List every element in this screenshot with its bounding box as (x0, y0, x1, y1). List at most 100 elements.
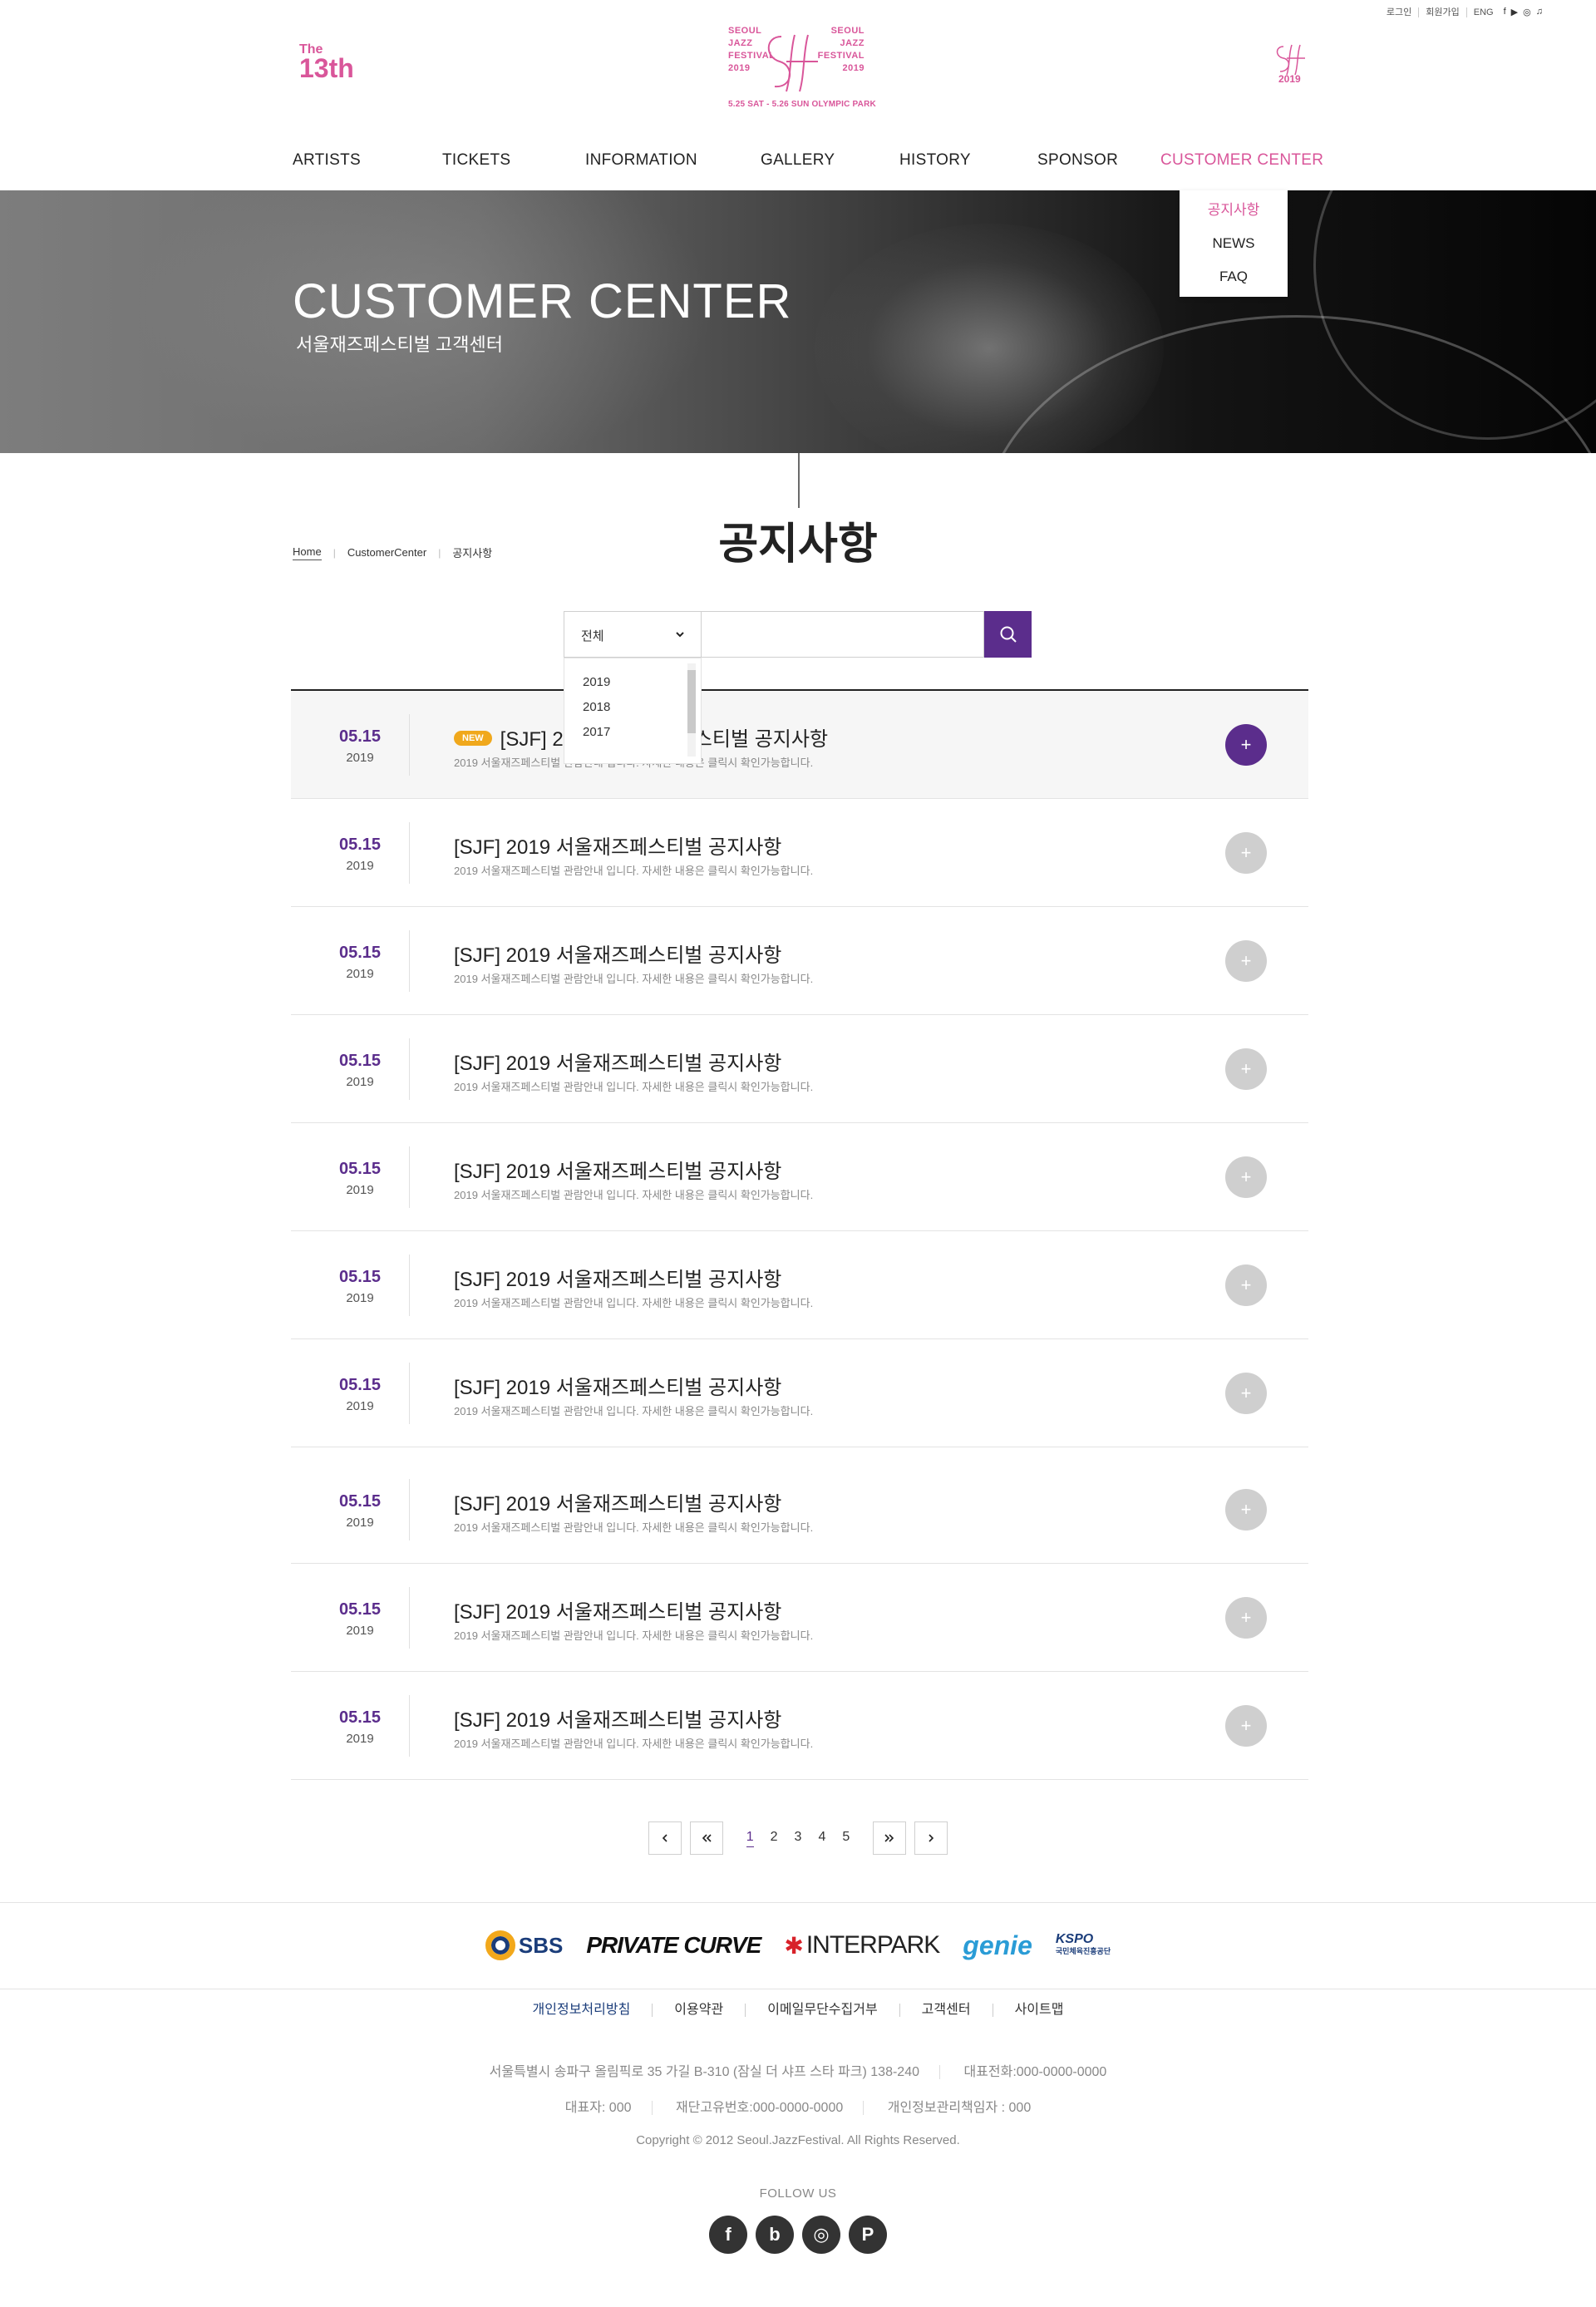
footer-privacy-officer: 개인정보관리책임자 : 000 (887, 2101, 1032, 2115)
footer-sitemap[interactable]: 사이트맵 (993, 2004, 1086, 2017)
instagram-icon[interactable]: ◎ (802, 2216, 840, 2254)
notice-row[interactable]: 05.15 2019 [SJF] 2019 서울재즈페스티벌 공지사항 2019 서울… (291, 1672, 1308, 1780)
notice-row[interactable]: 05.15 2019 [SJF] 2019 서울재즈페스티벌 공지사항 2019 서울… (291, 1123, 1308, 1231)
sjf-2019-mark[interactable]: 2019 (1272, 43, 1308, 93)
hero-title: CUSTOMER CENTER (293, 274, 792, 328)
festival-logo[interactable]: SEOUL JAZZ FESTIVAL 2019 SEOUL JAZZ FEST… (725, 25, 876, 115)
notice-title[interactable]: [SJF] 2019 서울재즈페스티벌 공지사항 (454, 1703, 781, 1733)
double-chevron-right-icon (884, 1834, 894, 1842)
row-divider (409, 1255, 410, 1316)
footer-ceo: 대표자: 000 (544, 2101, 653, 2115)
notice-title-text: [SJF] 2019 서울재즈페스티벌 공지사항 (454, 1161, 782, 1183)
utility-bar: 로그인 회원가입 ENG f ▶ ◎ ♫ (1380, 7, 1543, 17)
notice-title[interactable]: [SJF] 2019 서울재즈페스티벌 공지사항 (454, 939, 781, 968)
footer-terms[interactable]: 이용약관 (653, 2004, 746, 2017)
genie-logo[interactable]: genie (963, 1930, 1032, 1961)
instagram-icon[interactable]: ◎ (1523, 7, 1531, 17)
notice-title[interactable]: [SJF] 2019 서울재즈페스티벌 공지사항 (454, 1595, 781, 1624)
options-scrollbar-thumb[interactable] (687, 670, 696, 733)
page-4[interactable]: 4 (818, 1830, 825, 1846)
facebook-icon[interactable]: f (709, 2216, 747, 2254)
year-option-2018[interactable]: 2018 (583, 700, 610, 714)
sponsor-logos: SBS PRIVATE CURVE ✱ INTERPARK genie KSPO… (0, 1920, 1596, 1970)
notice-title-text: [SJF] 2019 서울재즈페스티벌 공지사항 (454, 1269, 782, 1291)
year-option-2017[interactable]: 2017 (583, 725, 610, 739)
footer-email-refusal[interactable]: 이메일무단수집거부 (746, 2004, 900, 2017)
notice-title[interactable]: [SJF] 2019 서울재즈페스티벌 공지사항 (454, 1263, 781, 1292)
notice-row[interactable]: 05.15 2019 [SJF] 2019 서울재즈페스티벌 공지사항 2019 서울… (291, 1231, 1308, 1339)
dropdown-news[interactable]: NEWS (1180, 227, 1288, 260)
notice-title[interactable]: [SJF] 2019 서울재즈페스티벌 공지사항 (454, 1155, 781, 1184)
expand-plus-icon[interactable]: + (1225, 1373, 1267, 1414)
footer-biz-no: 재단고유번호:000-0000-0000 (655, 2101, 864, 2115)
expand-plus-icon[interactable]: + (1225, 1597, 1267, 1639)
english-link[interactable]: ENG (1467, 7, 1500, 17)
first-page-button[interactable] (689, 1821, 723, 1855)
row-divider (409, 930, 410, 992)
notice-row[interactable]: 05.15 2019 [SJF] 2019 서울재즈페스티벌 공지사항 2019 서울… (291, 799, 1308, 907)
footer-privacy-policy[interactable]: 개인정보처리방침 (511, 2004, 653, 2017)
expand-plus-icon[interactable]: + (1225, 1156, 1267, 1198)
notice-row[interactable]: 05.15 2019 [SJF] 2019 서울재즈페스티벌 공지사항 2019 서울… (291, 1339, 1308, 1447)
private-curve-logo[interactable]: PRIVATE CURVE (586, 1932, 761, 1959)
notice-description: 2019 서울재즈페스티벌 관람안내 입니다. 자세한 내용은 클릭시 확인가능… (454, 1521, 814, 1534)
interpark-logo[interactable]: ✱ INTERPARK (784, 1931, 940, 1959)
notice-description: 2019 서울재즈페스티벌 관람안내 입니다. 자세한 내용은 클릭시 확인가능… (454, 1738, 814, 1750)
notice-row[interactable]: 05.15 2019 [SJF] 2019 서울재즈페스티벌 공지사항 2019 서울… (291, 1564, 1308, 1672)
notice-row[interactable]: 05.15 2019 [SJF] 2019 서울재즈페스티벌 공지사항 2019 서울… (291, 907, 1308, 1015)
nav-customer-center[interactable]: CUSTOMER CENTER (1160, 151, 1323, 170)
notice-title-text: [SJF] 2019 서울재즈페스티벌 공지사항 (454, 1493, 782, 1516)
nav-artists[interactable]: ARTISTS (293, 151, 361, 170)
youtube-icon[interactable]: ▶ (1511, 7, 1518, 17)
notice-row[interactable]: 05.15 2019 [SJF] 2019 서울재즈페스티벌 공지사항 2019 서울… (291, 1015, 1308, 1123)
row-divider (409, 822, 410, 884)
prev-page-button[interactable] (648, 1821, 682, 1855)
divider-line (798, 453, 800, 508)
year-option-2019[interactable]: 2019 (583, 675, 610, 689)
footer-customer-center[interactable]: 고객센터 (900, 2004, 993, 2017)
facebook-icon[interactable]: f (1504, 7, 1506, 17)
notice-title[interactable]: [SJF] 2019 서울재즈페스티벌 공지사항 (454, 1371, 781, 1400)
expand-plus-icon[interactable]: + (1225, 832, 1267, 874)
copyright: Copyright © 2012 Seoul.JazzFestival. All… (636, 2133, 960, 2147)
edition-number: 13th (299, 53, 354, 83)
edition-badge[interactable]: The 13th (299, 43, 354, 83)
page-5[interactable]: 5 (842, 1830, 850, 1846)
notice-row[interactable]: 05.152019NEW[SJF] 2019 서울재즈페스티벌 공지사항2019… (291, 691, 1308, 799)
year-select-value: 전체 (581, 629, 604, 643)
notice-title[interactable]: [SJF] 2019 서울재즈페스티벌 공지사항 (454, 831, 781, 860)
expand-plus-icon[interactable]: + (1225, 1705, 1267, 1747)
next-page-button[interactable] (914, 1821, 948, 1855)
page-title: 공지사항 (718, 520, 878, 569)
nav-sponsor[interactable]: SPONSOR (1037, 151, 1118, 170)
blog-icon[interactable]: b (756, 2216, 794, 2254)
expand-plus-icon[interactable]: + (1225, 724, 1267, 766)
kspo-logo[interactable]: KSPO 국민체육진흥공단 (1056, 1933, 1111, 1957)
pinterest-icon[interactable]: P (849, 2216, 887, 2254)
nav-gallery[interactable]: GALLERY (761, 151, 835, 170)
row-divider (409, 714, 410, 776)
notice-title[interactable]: [SJF] 2019 서울재즈페스티벌 공지사항 (454, 1487, 781, 1516)
nav-history[interactable]: HISTORY (899, 151, 971, 170)
sbs-logo[interactable]: SBS (485, 1930, 563, 1960)
page-3[interactable]: 3 (795, 1830, 802, 1846)
expand-plus-icon[interactable]: + (1225, 940, 1267, 982)
year-select[interactable]: 전체 (564, 611, 702, 658)
dropdown-notice[interactable]: 공지사항 (1180, 194, 1288, 227)
music-icon[interactable]: ♫ (1536, 7, 1543, 17)
nav-information[interactable]: INFORMATION (585, 151, 697, 170)
search-input[interactable] (702, 611, 984, 658)
signup-link[interactable]: 회원가입 (1419, 7, 1467, 17)
page-2[interactable]: 2 (771, 1830, 778, 1846)
nav-tickets[interactable]: TICKETS (442, 151, 510, 170)
notice-title[interactable]: [SJF] 2019 서울재즈페스티벌 공지사항 (454, 1047, 781, 1076)
expand-plus-icon[interactable]: + (1225, 1264, 1267, 1306)
notice-row[interactable]: 05.15 2019 [SJF] 2019 서울재즈페스티벌 공지사항 2019 서울… (291, 1456, 1308, 1564)
login-link[interactable]: 로그인 (1380, 7, 1420, 17)
dropdown-faq[interactable]: FAQ (1180, 260, 1288, 293)
last-page-button[interactable] (873, 1821, 907, 1855)
search-button[interactable] (984, 611, 1032, 658)
expand-plus-icon[interactable]: + (1225, 1489, 1267, 1531)
page-1[interactable]: 1 (746, 1830, 754, 1847)
expand-plus-icon[interactable]: + (1225, 1048, 1267, 1090)
